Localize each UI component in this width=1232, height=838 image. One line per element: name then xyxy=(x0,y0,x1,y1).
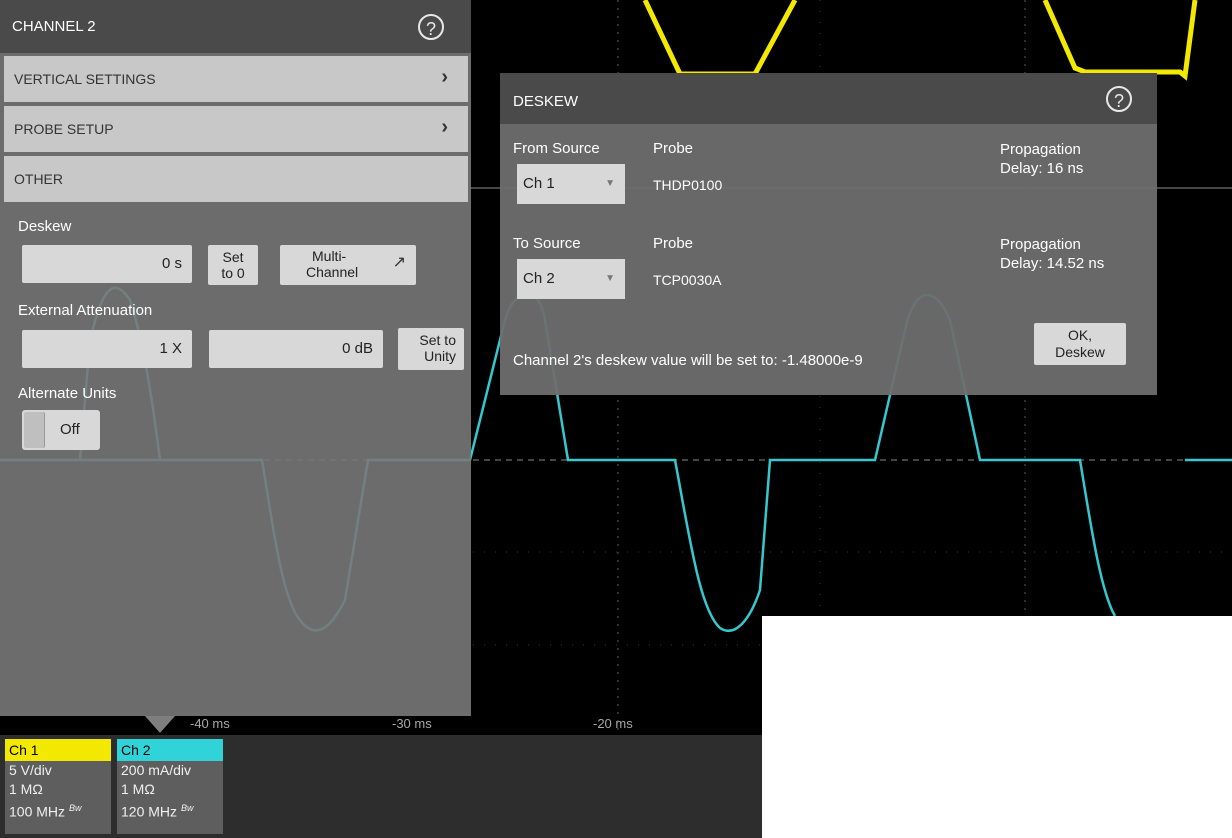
deskew-label: Deskew xyxy=(18,218,72,235)
ch1-bandwidth-row: 100 MHz Bw xyxy=(5,799,111,822)
bandwidth-limit-icon: Bw xyxy=(181,803,194,813)
attenuation-ratio-input[interactable]: 1 X xyxy=(22,330,192,368)
attenuation-db-input[interactable]: 0 dB xyxy=(209,330,383,368)
ch2-scale: 200 mA/div xyxy=(121,762,192,778)
chevron-right-icon: › xyxy=(441,116,448,138)
set-to-zero-button[interactable]: Set to 0 xyxy=(208,245,258,285)
menu-label: VERTICAL SETTINGS xyxy=(14,71,156,87)
channel-badge-bar: Ch 1 5 V/div 1 MΩ 100 MHz Bw Ch 2 200 mA/… xyxy=(0,735,762,838)
channel-2-panel: CHANNEL 2 ? VERTICAL SETTINGS › PROBE SE… xyxy=(0,0,471,716)
delay-label: Propagation xyxy=(1000,141,1081,158)
dialog-title: DESKEW xyxy=(513,93,579,110)
vertical-settings-menu[interactable]: VERTICAL SETTINGS › xyxy=(4,56,468,102)
delay-value: Delay: 16 ns xyxy=(1000,160,1084,177)
time-label: -20 ms xyxy=(593,716,633,731)
from-source-label: From Source xyxy=(513,140,600,157)
to-propagation-delay: Propagation Delay: 14.52 ns xyxy=(1000,235,1104,273)
probe-setup-menu[interactable]: PROBE SETUP › xyxy=(4,106,468,152)
blank-region xyxy=(762,616,1232,838)
ch1-badge-title: Ch 1 xyxy=(5,739,111,761)
button-label: Unity xyxy=(424,348,456,364)
time-label: -40 ms xyxy=(190,716,230,731)
panel-title-bar: CHANNEL 2 ? xyxy=(0,0,471,53)
from-probe-value: THDP0100 xyxy=(653,177,723,193)
deskew-dialog: DESKEW ? From Source Ch 1 ▼ Probe THDP01… xyxy=(500,73,1157,395)
toggle-state: Off xyxy=(60,421,80,438)
ch2-impedance: 1 MΩ xyxy=(121,781,155,797)
button-label: to 0 xyxy=(221,265,245,281)
from-source-select[interactable]: Ch 1 ▼ xyxy=(517,164,625,204)
time-label: -30 ms xyxy=(392,716,432,731)
bandwidth-limit-icon: Bw xyxy=(69,803,82,813)
ch1-badge[interactable]: Ch 1 5 V/div 1 MΩ 100 MHz Bw xyxy=(5,739,111,834)
alternate-units-label: Alternate Units xyxy=(18,385,117,402)
ch2-badge-title: Ch 2 xyxy=(117,739,223,761)
menu-label: PROBE SETUP xyxy=(14,121,114,137)
dropdown-arrow-icon: ▼ xyxy=(605,273,615,284)
to-probe-label: Probe xyxy=(653,235,694,252)
deskew-message: Channel 2's deskew value will be set to:… xyxy=(513,352,863,369)
to-source-label: To Source xyxy=(513,235,581,252)
multi-channel-button[interactable]: Multi- Channel ↗ xyxy=(280,245,416,285)
external-link-icon: ↗ xyxy=(392,254,406,271)
button-label: OK, xyxy=(1067,327,1093,343)
button-label: Deskew xyxy=(1055,344,1105,360)
trigger-position-marker[interactable] xyxy=(145,716,175,733)
toggle-knob xyxy=(24,412,45,448)
ok-deskew-button[interactable]: OK, Deskew xyxy=(1034,323,1126,365)
ch1-waveform xyxy=(642,0,1198,81)
chevron-right-icon: › xyxy=(441,66,448,88)
alternate-units-toggle[interactable]: Off xyxy=(22,410,100,450)
help-icon[interactable]: ? xyxy=(418,14,444,40)
to-source-select[interactable]: Ch 2 ▼ xyxy=(517,259,625,299)
dropdown-arrow-icon: ▼ xyxy=(605,178,615,189)
deskew-input[interactable]: 0 s xyxy=(22,245,192,283)
ch1-bandwidth: 100 MHz xyxy=(9,803,66,820)
delay-value: Delay: 14.52 ns xyxy=(1000,255,1105,272)
set-to-unity-button[interactable]: Set to Unity xyxy=(398,328,464,370)
from-propagation-delay: Propagation Delay: 16 ns xyxy=(1000,140,1083,178)
external-attenuation-label: External Attenuation xyxy=(18,302,153,319)
select-value: Ch 2 xyxy=(523,270,555,287)
ch2-bandwidth-row: 120 MHz Bw xyxy=(117,799,223,822)
select-value: Ch 1 xyxy=(523,175,555,192)
to-probe-value: TCP0030A xyxy=(653,272,722,288)
button-label: Set to xyxy=(419,332,456,348)
ch1-scale: 5 V/div xyxy=(9,762,52,778)
from-probe-label: Probe xyxy=(653,140,694,157)
delay-label: Propagation xyxy=(1000,236,1081,253)
ch1-impedance: 1 MΩ xyxy=(9,781,43,797)
other-menu[interactable]: OTHER xyxy=(4,156,468,202)
panel-title: CHANNEL 2 xyxy=(12,18,96,35)
button-label: Set xyxy=(222,249,244,265)
ch2-badge[interactable]: Ch 2 200 mA/div 1 MΩ 120 MHz Bw xyxy=(117,739,223,834)
menu-label: OTHER xyxy=(14,171,63,187)
ch2-bandwidth: 120 MHz xyxy=(121,803,178,820)
help-icon[interactable]: ? xyxy=(1106,86,1132,112)
dialog-title-bar: DESKEW ? xyxy=(500,73,1157,124)
